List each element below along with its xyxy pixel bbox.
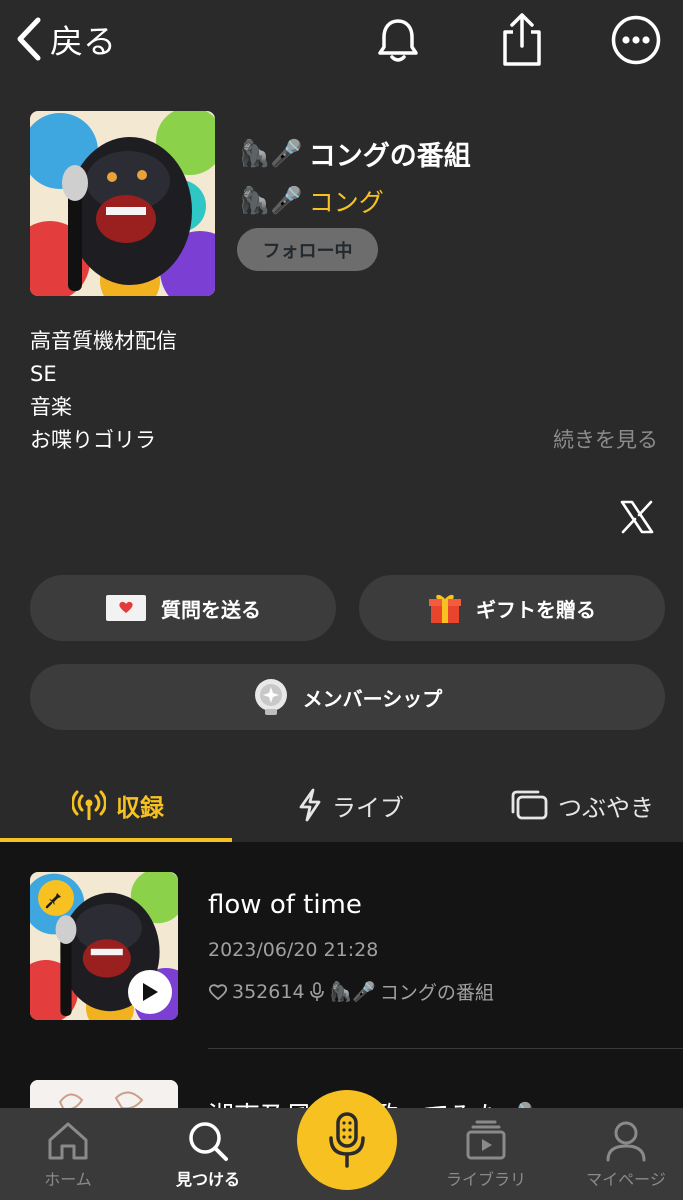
send-gift-button[interactable]: ギフトを贈る [359,575,665,641]
x-link-button[interactable] [620,500,654,534]
home-icon [48,1122,88,1160]
broadcast-icon [72,790,106,820]
episode-thumbnail[interactable] [30,872,178,1020]
more-button[interactable] [610,14,662,66]
bolt-icon [299,788,321,822]
episode-title[interactable]: flow of time [208,890,362,920]
program-author-name: コング [308,188,384,217]
record-button[interactable] [297,1090,397,1190]
notification-button[interactable] [372,14,424,66]
share-button[interactable] [496,13,548,66]
read-more-link[interactable]: 続きを見る [553,424,658,454]
nav-home-label: ホーム [44,1170,92,1189]
follow-button[interactable]: フォロー中 [237,228,378,271]
back-label: 戻る [50,22,116,61]
tab-live-label: ライブ [332,793,404,822]
send-question-label: 質問を送る [161,597,261,622]
tab-recordings[interactable]: 収録 [72,770,164,840]
program-description: 高音質機材配信 SE 音楽 お喋りゴリラ [30,325,177,457]
person-icon [606,1121,646,1162]
gift-icon [429,594,461,623]
program-title-text: コングの番組 [308,141,471,172]
description-line: 高音質機材配信 [30,329,177,353]
description-line: 音楽 [30,395,72,419]
more-icon [611,15,661,65]
search-icon [189,1122,228,1161]
program-title-emoji: 🦍🎤 [238,138,303,169]
mic-small-icon [309,981,324,1001]
tab-recordings-label: 収録 [116,793,164,822]
program-author-emoji: 🦍🎤 [238,186,303,216]
pin-icon [45,889,61,909]
episode-date: 2023/06/20 21:28 [208,939,379,961]
tab-live[interactable]: ライブ [298,770,404,840]
tab-posts-label: つぶやき [558,793,654,822]
send-question-button[interactable]: 質問を送る [30,575,336,641]
letter-icon [106,595,146,621]
nav-home[interactable]: ホーム [8,1120,128,1190]
episode-program-name: コングの番組 [379,982,494,1004]
program-author[interactable]: 🦍🎤 コング [238,183,384,219]
cards-icon [511,790,548,820]
content-tabs: 収録 ライブ つぶやき [0,770,683,842]
top-bar: 戻る [0,0,683,80]
description-line: お喋りゴリラ [30,428,156,452]
back-button[interactable]: 戻る [14,14,116,64]
program-page: 戻る 🦍🎤 コングの番組 🦍🎤 コング フォロー中 高音質機材配信 SE 音楽 … [0,0,683,1200]
share-icon [503,13,541,66]
episode-program-emoji: 🦍🎤 [328,981,376,1003]
episode-list: flow of time 2023/06/20 21:28 352614 🦍🎤 … [0,842,683,1112]
episode-meta: 352614 🦍🎤 コングの番組 [208,978,494,1005]
heart-icon [208,983,228,1000]
send-gift-label: ギフトを贈る [476,597,596,622]
episode-likes: 352614 [232,980,305,1003]
x-logo-icon [620,500,654,534]
chevron-left-icon [17,17,41,61]
membership-label: メンバーシップ [302,686,443,711]
nav-mypage-label: マイページ [586,1170,666,1189]
program-cover-image [30,111,215,296]
tab-posts[interactable]: つぶやき [510,770,654,840]
membership-button[interactable]: メンバーシップ [30,664,665,730]
membership-badge-icon [254,679,287,715]
nav-library[interactable]: ライブラリ [426,1120,546,1190]
play-icon [143,983,158,1001]
nav-mypage[interactable]: マイページ [566,1120,683,1190]
nav-discover-label: 見つける [175,1170,240,1189]
play-button[interactable] [128,970,172,1014]
mic-icon [329,1112,365,1168]
pinned-badge [38,880,74,916]
nav-library-label: ライブラリ [445,1170,526,1189]
library-icon [466,1120,506,1160]
program-title: 🦍🎤 コングの番組 [238,134,471,173]
list-divider [208,1048,683,1049]
nav-discover[interactable]: 見つける [148,1120,268,1190]
description-line: SE [30,362,57,386]
bell-icon [378,19,418,62]
